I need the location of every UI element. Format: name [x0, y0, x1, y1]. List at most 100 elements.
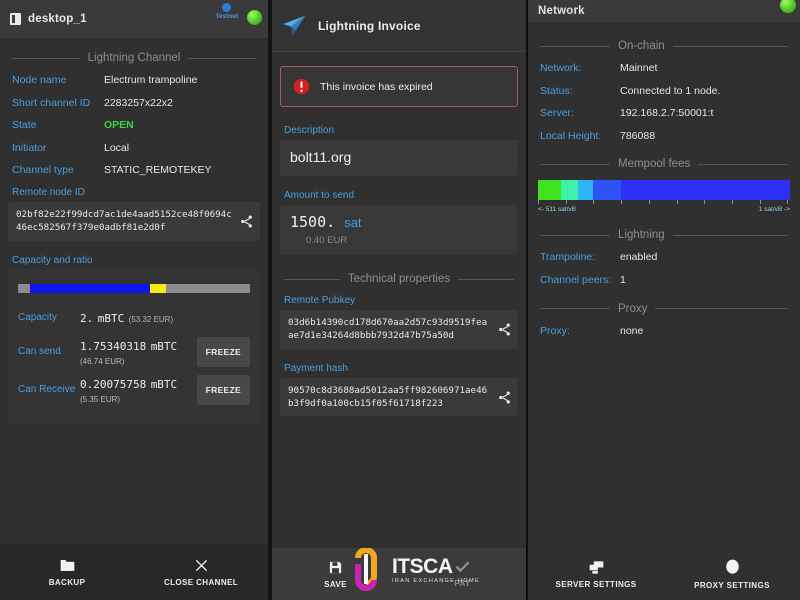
label: Can send — [18, 346, 61, 358]
label: Capacity — [18, 312, 57, 324]
section-title: Technical properties — [347, 273, 451, 285]
bar-segment-can-receive — [166, 283, 250, 293]
description-label: Description — [284, 125, 335, 136]
divider-left — [540, 234, 610, 236]
connection-status-dot[interactable] — [247, 10, 262, 25]
mempool-fee-chart[interactable]: <- 511 sat/vB 1 sat/vB -> — [538, 180, 790, 213]
row-local-height: Local Height: 786088 — [528, 130, 800, 143]
value: 2283257x22x2 — [104, 96, 173, 109]
divider-left — [540, 45, 610, 47]
divider-right — [188, 57, 256, 59]
close-x-icon — [195, 559, 207, 571]
payment-hash-label: Payment hash — [284, 362, 348, 374]
mempool-bar — [538, 180, 790, 201]
amount-unit: mBTC — [97, 311, 125, 325]
share-icon[interactable] — [239, 214, 254, 229]
label: Proxy: — [540, 324, 570, 337]
label: Node name — [12, 74, 67, 86]
value: OPEN — [104, 119, 134, 132]
mempool-axis-labels: <- 511 sat/vB 1 sat/vB -> — [538, 206, 790, 213]
amount-to-send-label: Amount to send — [284, 190, 355, 201]
mempool-segment-5 — [621, 180, 790, 201]
error-exclamation-icon — [293, 78, 310, 95]
description-field[interactable]: bolt11.org — [280, 140, 518, 176]
amount-table: Capacity 2. mBTC (53.32 EUR) Can send 1.… — [18, 307, 250, 405]
server-settings-label: SERVER SETTINGS — [555, 579, 637, 589]
divider-right — [672, 234, 788, 236]
proxy-settings-button[interactable]: PROXY SETTINGS — [687, 559, 777, 590]
row-channel-peers: Channel peers: 1 — [528, 274, 800, 287]
remote-pubkey-box[interactable]: 03d6b14390cd178d670aa2d57c93d9519feaae7d… — [280, 310, 518, 349]
description-value: bolt11.org — [290, 149, 352, 165]
row-node-name: Node name Electrum trampoline — [0, 74, 268, 87]
remote-pubkey-value: 03d6b14390cd178d670aa2d57c93d9519feaae7d… — [288, 317, 488, 342]
share-icon[interactable] — [497, 322, 512, 337]
value-wrap: 2. mBTC (53.32 EUR) — [80, 309, 250, 327]
lightning-channel-section-header: Lightning Channel — [12, 52, 256, 64]
label: Channel peers: — [540, 273, 612, 286]
divider-right — [672, 45, 788, 47]
value: 786088 — [620, 129, 656, 142]
mempool-left-label: <- 511 sat/vB — [538, 206, 576, 214]
amount-field[interactable]: 1500. sat 0.40 EUR — [280, 205, 518, 255]
right-appbar: Network — [528, 0, 800, 22]
mid-bottom-action-bar: SAVE PAY — [272, 548, 526, 600]
amount-row-can-receive: Can Receive 0.20075758 mBTC (5.35 EUR) F… — [18, 374, 250, 405]
freeze-can-send-button[interactable]: FREEZE — [196, 336, 250, 367]
backup-folder-icon — [60, 559, 74, 571]
capacity-box: Capacity 2. mBTC (53.32 EUR) Can send 1.… — [8, 269, 260, 423]
divider-left — [12, 57, 80, 59]
close-channel-button[interactable]: CLOSE CHANNEL — [156, 558, 246, 587]
bar-segment-reserve-left — [18, 283, 30, 293]
backup-button[interactable]: BACKUP — [22, 558, 112, 587]
value: Connected to 1 node. — [620, 84, 721, 97]
pay-button[interactable]: PAY — [418, 560, 508, 588]
amount-value: 2. — [80, 311, 94, 325]
amount-unit: mBTC — [150, 378, 178, 392]
testnet-label: Testnet — [215, 13, 238, 20]
save-button[interactable]: SAVE — [291, 560, 381, 589]
backup-label: BACKUP — [48, 577, 86, 587]
share-icon[interactable] — [497, 390, 512, 405]
mid-appbar: Lightning Invoice — [272, 0, 526, 52]
server-icon — [589, 560, 603, 574]
label: Can Receive — [18, 384, 76, 396]
alert-message: This invoice has expired — [320, 80, 433, 93]
label: Local Height: — [540, 129, 602, 142]
divider-left — [540, 308, 610, 310]
left-bottom-action-bar: BACKUP CLOSE CHANNEL — [0, 544, 268, 600]
technical-properties-section-header: Technical properties — [284, 273, 514, 285]
payment-hash-box[interactable]: 90570c8d3688ad5012aa5ff982606971ae46b3f9… — [280, 377, 518, 417]
label: Short channel ID — [12, 96, 91, 109]
remote-pubkey-label: Remote Pubkey — [284, 295, 356, 306]
amount-unit: sat — [344, 215, 362, 230]
row-status: Status: Connected to 1 node. — [528, 85, 800, 98]
freeze-can-receive-button[interactable]: FREEZE — [196, 374, 250, 405]
amount-fiat: (53.32 EUR) — [128, 314, 174, 324]
proxy-circle-icon — [725, 559, 739, 574]
mempool-ticks — [538, 200, 790, 205]
remote-node-id-box[interactable]: 02bf82e22f99dcd7ac1de4aad5152ce48f0694c4… — [8, 201, 260, 241]
value: none — [620, 324, 644, 337]
testnet-icon — [222, 3, 232, 12]
value: 1 — [620, 273, 626, 286]
network-title: Network — [538, 5, 585, 17]
save-floppy-icon — [329, 561, 342, 573]
testnet-indicator[interactable]: Testnet — [215, 3, 238, 21]
row-initiator: Initiator Local — [0, 142, 268, 155]
section-title: On-chain — [618, 40, 665, 52]
paper-plane-icon — [283, 15, 306, 36]
section-title: Mempool fees — [618, 158, 691, 171]
mempool-segment-1 — [538, 180, 561, 201]
connection-status-dot[interactable] — [780, 0, 796, 13]
row-proxy: Proxy: none — [528, 325, 800, 338]
lightning-channel-panel: desktop_1 Testnet Lightning Channel Node… — [0, 0, 268, 600]
amount-row-capacity: Capacity 2. mBTC (53.32 EUR) — [18, 307, 250, 329]
right-bottom-action-bar: SERVER SETTINGS PROXY SETTINGS — [528, 548, 800, 600]
row-short-channel-id: Short channel ID 2283257x22x2 — [0, 97, 268, 110]
row-state: State OPEN — [0, 119, 268, 132]
divider-left — [540, 163, 610, 165]
server-settings-button[interactable]: SERVER SETTINGS — [551, 560, 641, 589]
section-title: Lightning — [618, 229, 665, 242]
section-title: Proxy — [618, 302, 648, 315]
